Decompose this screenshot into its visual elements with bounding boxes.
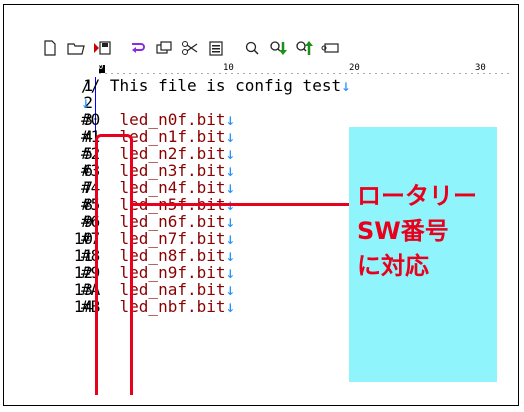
callout-connector-line: [133, 203, 349, 206]
copy-icon[interactable]: [153, 37, 175, 59]
screenshot-frame: 0 10 20 30 1// This file is config test↓…: [3, 4, 519, 406]
line-text: #0 led_n0f.bit↓: [81, 111, 235, 128]
search-up-icon[interactable]: [293, 37, 315, 59]
callout-line-2: SW番号: [357, 217, 449, 245]
code-line[interactable]: 3 #0 led_n0f.bit↓: [39, 111, 511, 128]
callout-annotation: ロータリー SW番号 に対応: [357, 179, 477, 284]
ruler-label-20: 20: [349, 63, 360, 73]
end-of-line-marker: ↓: [341, 76, 351, 95]
text-editor: 0 10 20 30 1// This file is config test↓…: [39, 35, 511, 395]
line-text: // This file is config test↓: [81, 77, 351, 94]
toolbar: [39, 35, 511, 61]
column-ruler: 0 10 20 30: [97, 62, 511, 77]
ruler-label-0: 0: [98, 62, 104, 72]
replace-icon[interactable]: [319, 37, 341, 59]
search-icon[interactable]: [241, 37, 263, 59]
comment-text: // This file is config test: [81, 76, 342, 95]
end-of-line-marker: ↓: [225, 297, 236, 316]
ruler-ticks: [97, 72, 511, 75]
callout-line-3: に対応: [357, 252, 429, 280]
hash-column-highlight: [95, 134, 133, 395]
code-line[interactable]: 1// This file is config test↓: [39, 77, 511, 94]
new-file-icon[interactable]: [39, 37, 61, 59]
callout-line-1: ロータリー: [357, 182, 477, 210]
code-line[interactable]: 2 ↓: [39, 94, 511, 111]
open-folder-icon[interactable]: [65, 37, 87, 59]
paste-icon[interactable]: [205, 37, 227, 59]
cut-icon[interactable]: [179, 37, 201, 59]
ruler-label-30: 30: [475, 63, 486, 73]
save-icon[interactable]: [91, 37, 113, 59]
search-down-icon[interactable]: [267, 37, 289, 59]
ruler-label-10: 10: [223, 63, 234, 73]
line-text: ↓: [81, 94, 91, 111]
undo-icon[interactable]: [127, 37, 149, 59]
